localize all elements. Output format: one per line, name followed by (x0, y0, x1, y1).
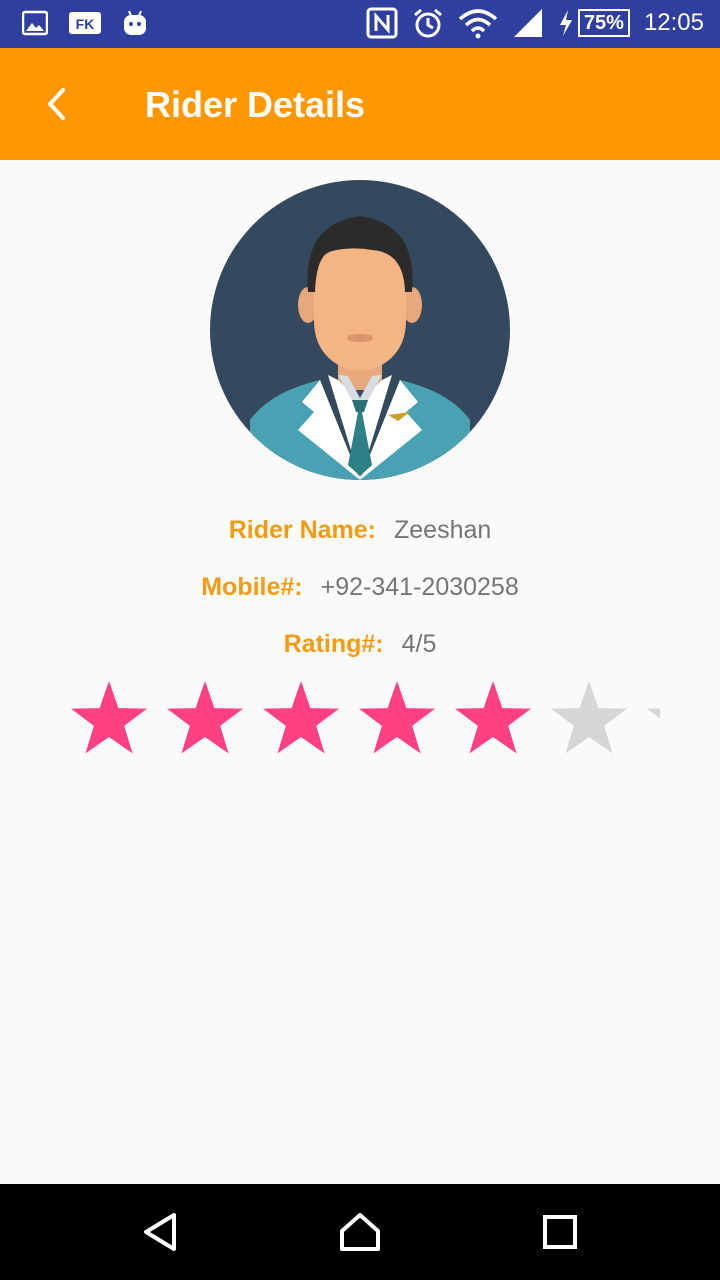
battery-level: 75% (577, 9, 630, 37)
star-filled-icon[interactable] (162, 676, 248, 762)
mobile-row: Mobile#: +92-341-2030258 (0, 571, 720, 603)
recents-icon (543, 1215, 577, 1249)
battery-indicator: 75% (558, 9, 630, 37)
nav-home-button[interactable] (332, 1204, 388, 1260)
app-bar: Rider Details (0, 48, 720, 160)
alarm-icon (413, 8, 442, 38)
rider-name-row: Rider Name: Zeeshan (0, 514, 720, 546)
nav-back-button[interactable] (132, 1204, 188, 1260)
nav-recents-button[interactable] (532, 1204, 588, 1260)
status-bar: FK 75% 12:05 (0, 0, 720, 48)
back-triangle-icon (144, 1213, 176, 1251)
navigation-bar (0, 1184, 720, 1280)
star-filled-icon[interactable] (450, 676, 536, 762)
wifi-icon (458, 9, 498, 39)
back-button[interactable] (30, 78, 82, 130)
mobile-value: +92-341-2030258 (320, 573, 519, 601)
fk-app-icon: FK (69, 12, 101, 34)
charging-icon (559, 10, 572, 36)
gallery-icon (22, 10, 48, 36)
star-filled-icon[interactable] (354, 676, 440, 762)
rider-name-label: Rider Name: (228, 516, 376, 544)
rating-row: Rating#: 4/5 (0, 628, 720, 660)
rider-name-value: Zeeshan (393, 516, 492, 544)
chevron-left-icon (48, 88, 65, 120)
home-icon (340, 1213, 380, 1251)
clock: 12:05 (643, 9, 704, 36)
rating-value: 4/5 (401, 630, 437, 658)
star-empty-icon[interactable] (546, 676, 632, 762)
star-empty-icon[interactable] (642, 676, 660, 762)
fk-label: FK (76, 16, 95, 32)
rating-label: Rating#: (283, 630, 384, 658)
signal-icon (513, 9, 542, 37)
mobile-label: Mobile#: (201, 573, 303, 601)
star-filled-icon[interactable] (258, 676, 344, 762)
rating-bar[interactable] (66, 676, 660, 762)
star-filled-icon[interactable] (66, 676, 152, 762)
android-debug-icon (124, 10, 146, 35)
page-title: Rider Details (145, 84, 366, 125)
nfc-icon (366, 7, 398, 39)
rider-avatar (210, 180, 510, 480)
